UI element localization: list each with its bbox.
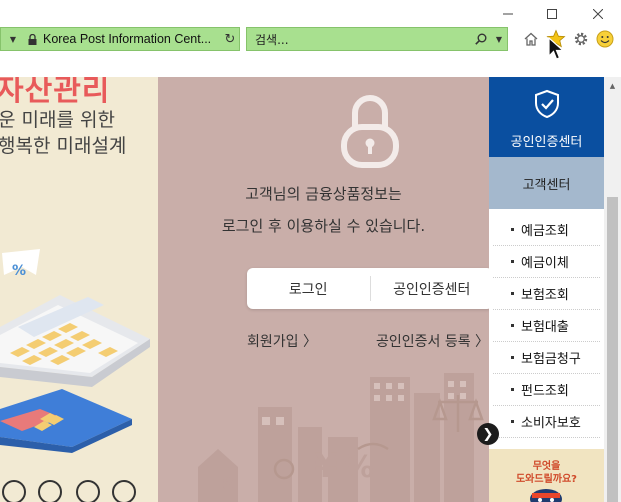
- quick-menu-item[interactable]: 보험조회: [493, 278, 600, 310]
- address-url: Korea Post Information Cent...: [43, 32, 212, 46]
- help-line-2: 도와드릴까요?: [515, 474, 577, 485]
- cert-center-label: 공인인증센터: [510, 135, 583, 150]
- scroll-up-arrow-icon[interactable]: ▲: [604, 77, 621, 94]
- quick-menu-cert-center[interactable]: 공인인증센터: [489, 77, 604, 157]
- home-icon[interactable]: [520, 28, 542, 50]
- search-icon[interactable]: [471, 33, 491, 45]
- login-button-group: 로그인 공인인증센터: [247, 268, 489, 309]
- quick-menu-item[interactable]: 펀드조회: [493, 374, 600, 406]
- svg-text:¥: ¥: [314, 446, 338, 486]
- web-page: 자산관리 운 미래를 위한 행복한 미래설계 % ¥ % $ 고객님의 금융상품…: [0, 77, 621, 502]
- quick-menu-list: 예금조회 예금이체 보험조회 보험대출 보험금청구 펀드조회 소비자보호: [489, 214, 604, 438]
- login-button[interactable]: 로그인: [247, 268, 370, 309]
- mouse-cursor-icon: [548, 37, 565, 60]
- minimize-icon: [503, 13, 513, 15]
- browser-window: ▼ Korea Post Information Cent... ↻ 검색...…: [0, 0, 621, 502]
- cert-center-button[interactable]: 공인인증센터: [371, 268, 490, 309]
- browser-chrome: ▼ Korea Post Information Cent... ↻ 검색...…: [0, 0, 621, 77]
- maximize-icon: [547, 9, 557, 19]
- feedback-smiley-icon[interactable]: [594, 28, 616, 50]
- address-dropdown-icon[interactable]: ▼: [1, 35, 25, 44]
- svg-text:%: %: [344, 450, 374, 485]
- address-bar[interactable]: ▼ Korea Post Information Cent... ↻: [0, 27, 240, 51]
- banner-line-2: 행복한 미래설계: [0, 135, 127, 157]
- quick-menu-item[interactable]: 보험대출: [493, 310, 600, 342]
- quick-menu: 공인인증센터 고객센터 예금조회 예금이체 보험조회 보험대출 보험금청구 펀드…: [489, 77, 604, 502]
- login-info-line-2: 로그인 후 이용하실 수 있습니다.: [221, 217, 426, 235]
- shield-check-icon: [535, 89, 559, 119]
- lock-icon: [25, 33, 39, 45]
- refresh-icon[interactable]: ↻: [221, 32, 239, 47]
- quick-menu-item[interactable]: 보험금청구: [493, 342, 600, 374]
- vertical-scrollbar[interactable]: ▲: [604, 77, 621, 502]
- quick-menu-customer-center[interactable]: 고객센터: [489, 157, 604, 209]
- helper-character-icon: [530, 489, 562, 502]
- login-info-line-1: 고객님의 금융상품정보는: [245, 185, 402, 203]
- quick-menu-item[interactable]: 예금이체: [493, 246, 600, 278]
- search-input[interactable]: 검색...: [247, 31, 471, 48]
- quick-menu-item[interactable]: 소비자보호: [493, 406, 600, 438]
- padlock-icon: [341, 95, 399, 168]
- search-dropdown-icon[interactable]: ▼: [491, 35, 507, 44]
- cert-register-link[interactable]: 공인인증서 등록 〉: [376, 331, 489, 351]
- browser-search-box[interactable]: 검색... ▼: [246, 27, 508, 51]
- quick-menu-item[interactable]: 예금조회: [493, 214, 600, 246]
- login-panel: ¥ % $ 고객님의 금융상품정보는 로그인 후 이용하실 수 있습니다. 로그…: [158, 77, 489, 502]
- gear-icon[interactable]: [570, 28, 592, 50]
- banner-line-1: 운 미래를 위한: [0, 109, 115, 131]
- maximize-button[interactable]: [537, 2, 567, 26]
- calculator-illustration: %: [0, 249, 150, 502]
- svg-text:%: %: [12, 263, 26, 279]
- svg-text:$: $: [222, 473, 235, 494]
- close-button[interactable]: [583, 2, 613, 26]
- minimize-button[interactable]: [493, 2, 523, 26]
- close-icon: [593, 9, 603, 19]
- promo-banner[interactable]: 자산관리 운 미래를 위한 행복한 미래설계 %: [0, 77, 158, 502]
- join-link[interactable]: 회원가입 〉: [247, 331, 317, 351]
- quick-menu-toggle-arrow-icon[interactable]: ❯: [477, 423, 499, 445]
- help-banner[interactable]: 무엇을 도와드릴까요?: [489, 449, 604, 502]
- scrollbar-thumb[interactable]: [607, 197, 618, 502]
